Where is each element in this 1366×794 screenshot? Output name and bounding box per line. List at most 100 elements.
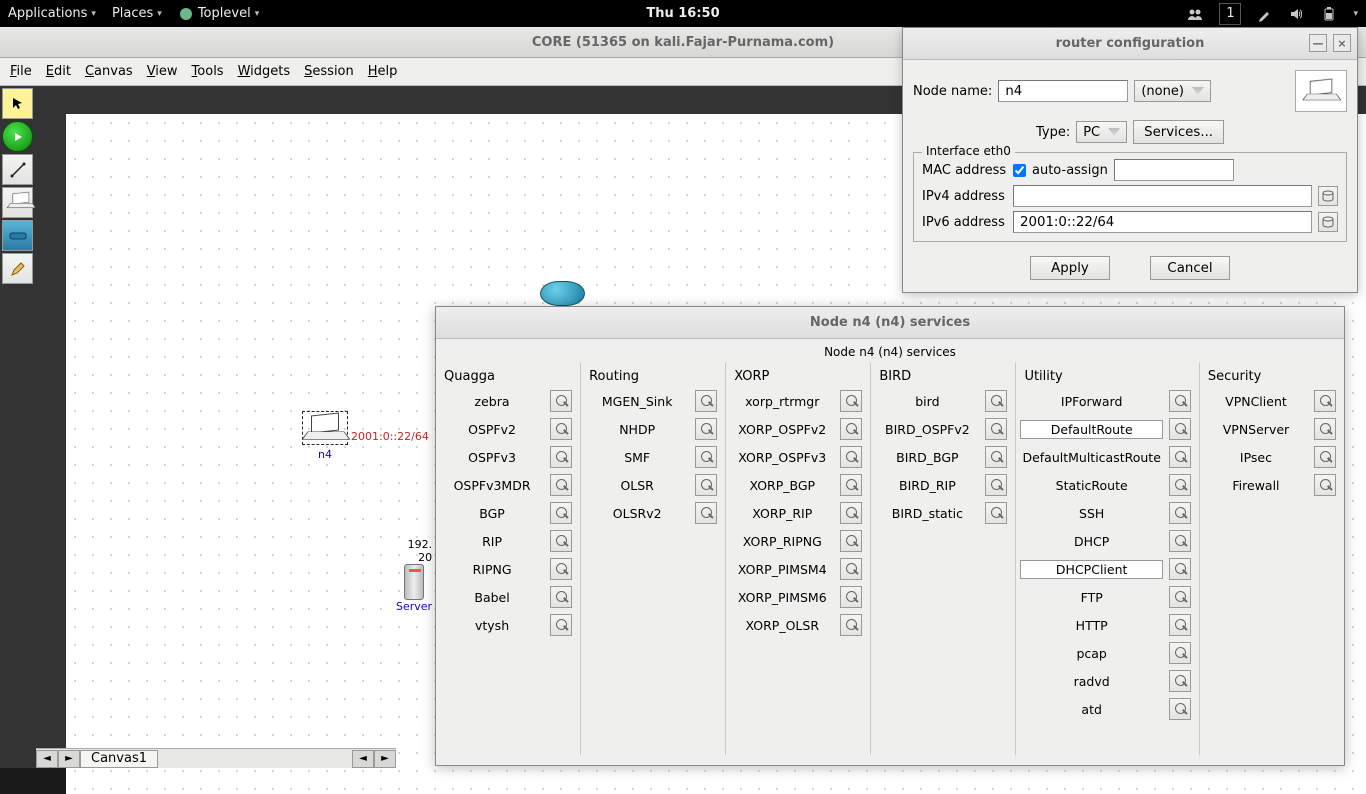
service-toggle[interactable]: BIRD_BGP [875,448,979,467]
magnify-icon[interactable] [985,446,1007,468]
service-toggle[interactable]: SSH [1020,504,1162,523]
menu-edit[interactable]: Edit [46,64,71,79]
nodename-group-combo[interactable]: (none) [1134,80,1211,102]
magnify-icon[interactable] [550,446,572,468]
service-toggle[interactable]: FTP [1020,588,1162,607]
magnify-icon[interactable] [1169,446,1191,468]
magnify-icon[interactable] [985,390,1007,412]
service-toggle[interactable]: OSPFv3MDR [440,476,544,495]
service-toggle[interactable]: IPsec [1204,448,1308,467]
tool-hub-node[interactable] [2,220,33,251]
magnify-icon[interactable] [550,418,572,440]
color-picker-icon[interactable] [1257,6,1273,22]
menu-canvas[interactable]: Canvas [85,64,133,79]
magnify-icon[interactable] [985,502,1007,524]
tool-select[interactable] [2,88,33,119]
magnify-icon[interactable] [1169,670,1191,692]
magnify-icon[interactable] [1169,698,1191,720]
magnify-icon[interactable] [1314,418,1336,440]
node-icon-preview[interactable] [1295,70,1347,112]
magnify-icon[interactable] [840,390,862,412]
workspace-indicator[interactable]: 1 [1219,3,1241,25]
menu-help[interactable]: Help [368,64,398,79]
magnify-icon[interactable] [695,390,717,412]
magnify-icon[interactable] [550,558,572,580]
magnify-icon[interactable] [550,530,572,552]
magnify-icon[interactable] [695,446,717,468]
service-toggle[interactable]: NHDP [585,420,689,439]
ipv4-input[interactable] [1013,185,1312,207]
service-toggle[interactable]: xorp_rtrmgr [730,392,834,411]
service-toggle[interactable]: HTTP [1020,616,1162,635]
ipv4-db-icon[interactable] [1318,186,1338,206]
service-toggle[interactable]: BIRD_static [875,504,979,523]
service-toggle[interactable]: XORP_PIMSM4 [730,560,834,579]
service-toggle[interactable]: StaticRoute [1020,476,1162,495]
users-icon[interactable] [1187,6,1203,22]
magnify-icon[interactable] [840,446,862,468]
service-toggle[interactable]: MGEN_Sink [585,392,689,411]
magnify-icon[interactable] [695,418,717,440]
menu-session[interactable]: Session [304,64,354,79]
magnify-icon[interactable] [840,558,862,580]
service-toggle[interactable]: OSPFv2 [440,420,544,439]
minimize-icon[interactable]: — [1309,34,1327,52]
magnify-icon[interactable] [1169,390,1191,412]
service-toggle[interactable]: RIPNG [440,560,544,579]
cancel-button[interactable]: Cancel [1150,256,1230,280]
battery-icon[interactable] [1321,6,1337,22]
service-toggle[interactable]: XORP_RIP [730,504,834,523]
service-toggle[interactable]: RIP [440,532,544,551]
tool-link[interactable] [2,154,33,185]
service-toggle[interactable]: bird [875,392,979,411]
magnify-icon[interactable] [1169,530,1191,552]
magnify-icon[interactable] [550,390,572,412]
canvas-tab[interactable]: Canvas1 [80,750,158,768]
service-toggle[interactable]: radvd [1020,672,1162,691]
magnify-icon[interactable] [985,418,1007,440]
close-icon[interactable]: × [1333,34,1351,52]
magnify-icon[interactable] [550,586,572,608]
service-toggle[interactable]: Firewall [1204,476,1308,495]
service-toggle[interactable]: BIRD_OSPFv2 [875,420,979,439]
clock[interactable]: Thu 16:50 [646,6,719,21]
service-toggle[interactable]: OLSRv2 [585,504,689,523]
apply-button[interactable]: Apply [1030,256,1110,280]
tool-annotate[interactable] [2,253,33,284]
magnify-icon[interactable] [695,474,717,496]
magnify-icon[interactable] [550,614,572,636]
service-toggle[interactable]: XORP_OSPFv2 [730,420,834,439]
tab-scroll-left2[interactable]: ◄ [352,750,374,768]
places-menu[interactable]: Places▾ [112,6,162,21]
service-toggle[interactable]: OSPFv3 [440,448,544,467]
node-n4[interactable]: n4 [302,411,348,461]
service-toggle[interactable]: BIRD_RIP [875,476,979,495]
tool-router-node[interactable] [2,187,33,218]
service-toggle[interactable]: XORP_RIPNG [730,532,834,551]
tool-start-session[interactable] [2,121,33,152]
magnify-icon[interactable] [1169,558,1191,580]
service-toggle[interactable]: pcap [1020,644,1162,663]
ipv6-db-icon[interactable] [1318,212,1338,232]
service-toggle[interactable]: XORP_BGP [730,476,834,495]
nodename-input[interactable] [998,80,1128,102]
toplevel-menu[interactable]: Toplevel▾ [178,6,259,22]
service-toggle[interactable]: IPForward [1020,392,1162,411]
service-toggle[interactable]: DefaultRoute [1020,420,1162,439]
service-toggle[interactable]: DHCP [1020,532,1162,551]
applications-menu[interactable]: Applications▾ [8,6,96,21]
menu-view[interactable]: View [147,64,178,79]
service-toggle[interactable]: XORP_OLSR [730,616,834,635]
magnify-icon[interactable] [695,502,717,524]
system-menu[interactable]: ▾ [1353,9,1358,19]
magnify-icon[interactable] [840,530,862,552]
magnify-icon[interactable] [840,418,862,440]
service-toggle[interactable]: VPNClient [1204,392,1308,411]
tab-scroll-right[interactable]: ► [58,750,80,768]
ipv6-input[interactable] [1013,211,1312,233]
magnify-icon[interactable] [1169,502,1191,524]
magnify-icon[interactable] [1169,642,1191,664]
service-toggle[interactable]: vtysh [440,616,544,635]
service-toggle[interactable]: DHCPClient [1020,560,1162,579]
service-toggle[interactable]: Babel [440,588,544,607]
